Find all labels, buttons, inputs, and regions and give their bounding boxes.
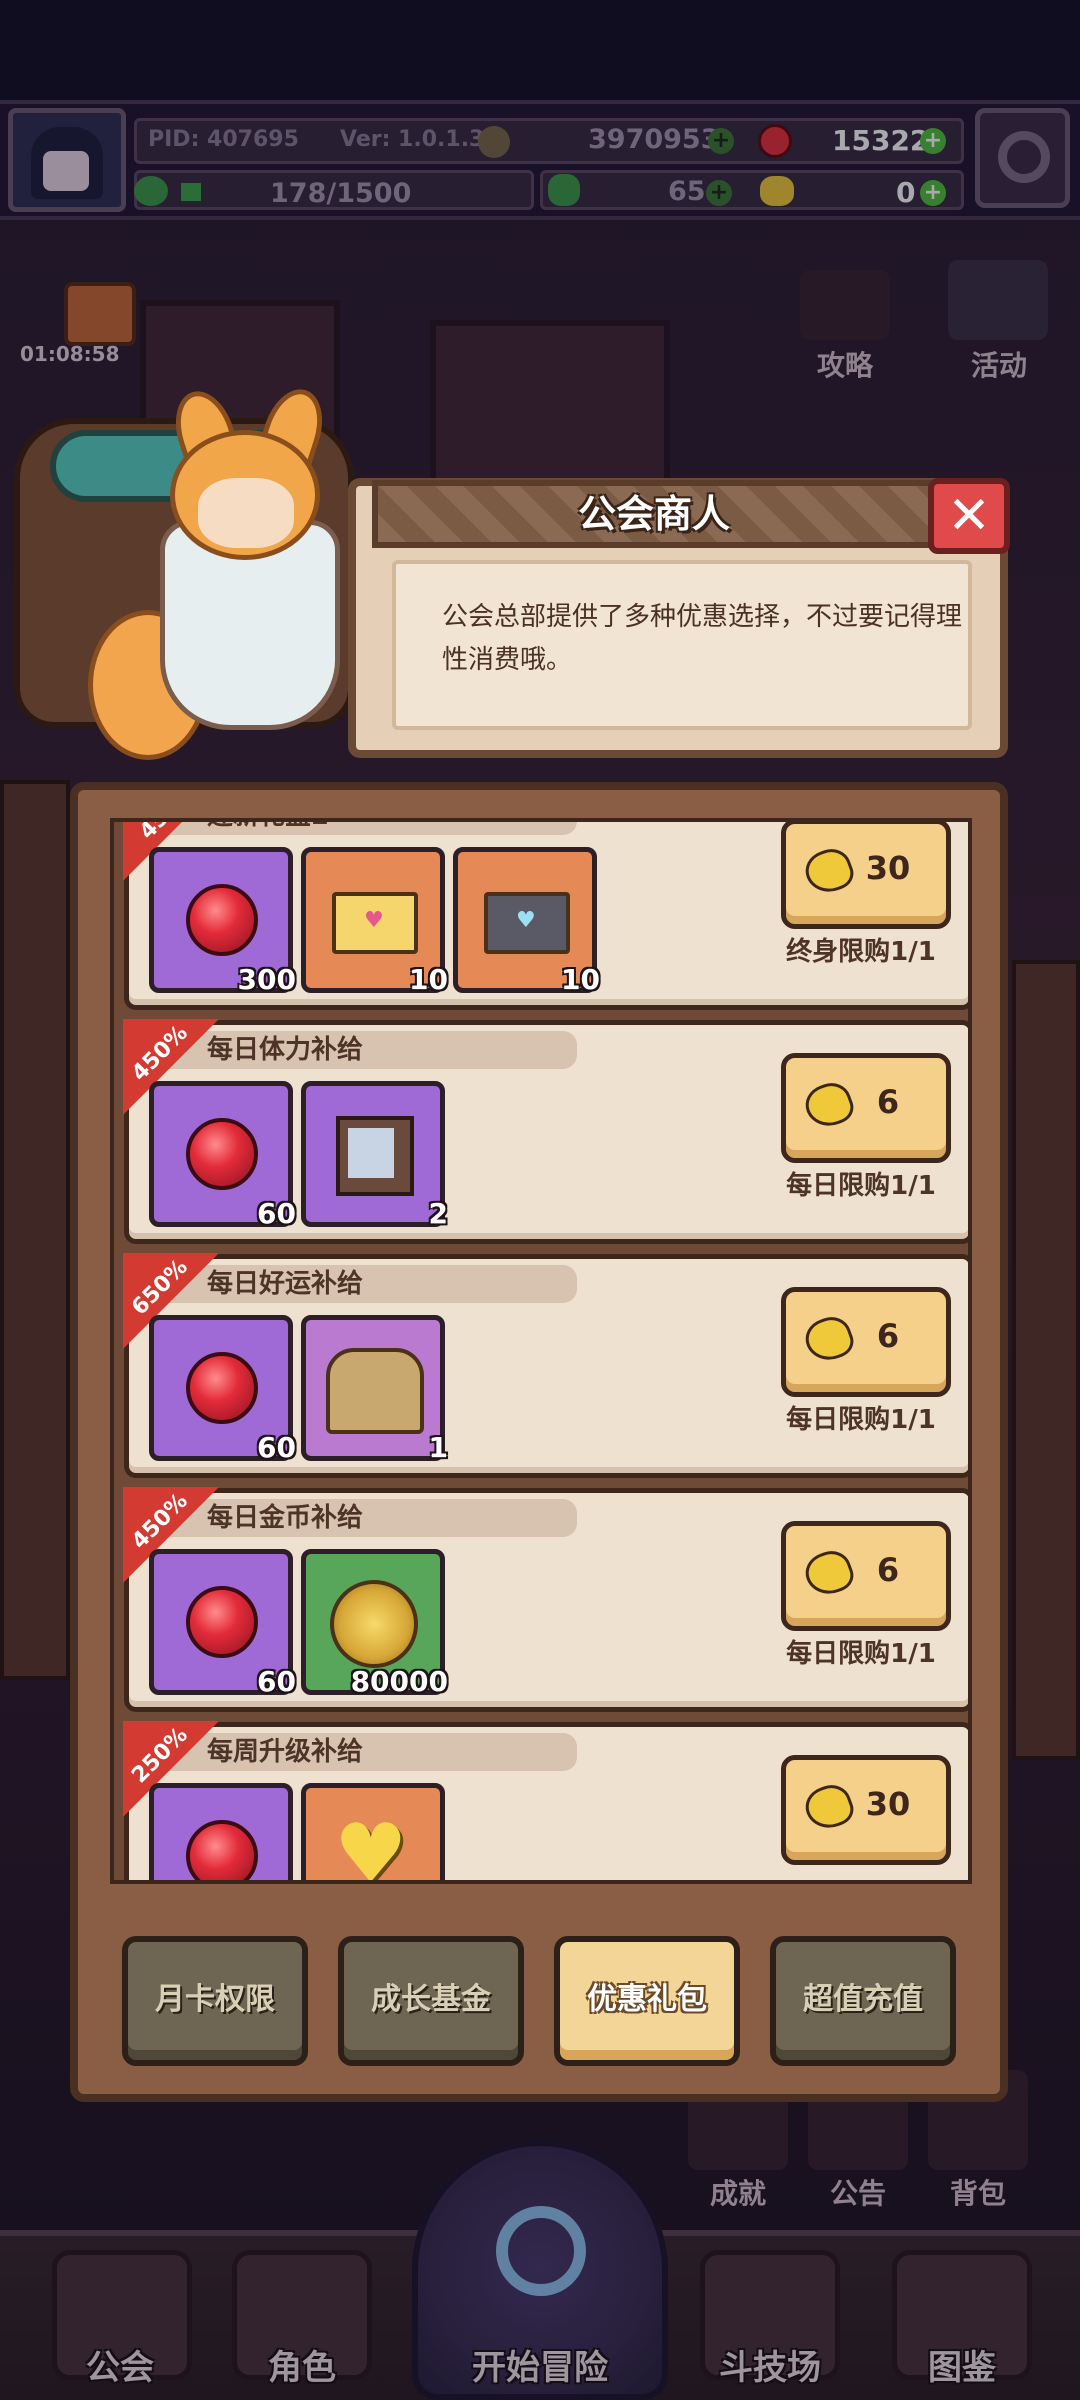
pack-card: 迎新礼盒2 450 300 ♥10 ♥10 30 终身限购1/1 [123,822,968,1010]
pack-item[interactable]: 2 [301,1081,448,1230]
close-icon: ✕ [947,486,991,546]
buy-button[interactable]: 6 [781,1053,951,1163]
red-gem-icon [186,1352,258,1424]
pack-card: 每周升级补给 250% ♥ 30 [123,1721,968,1884]
tab-value-recharge[interactable]: 超值充值 [770,1936,956,2066]
pack-price: 6 [876,1083,900,1121]
red-gem-icon [186,1586,258,1658]
item-quantity: 60 [257,1197,296,1230]
dark-letter-icon: ♥ [484,892,570,954]
gold-coin-icon [330,1580,418,1668]
buy-button[interactable]: 6 [781,1521,951,1631]
red-gem-icon [186,1820,258,1880]
pack-price: 30 [865,1785,911,1823]
purchase-limit: 每日限购1/1 [786,1405,936,1435]
item-quantity: 10 [409,963,448,996]
pack-card: 每日金币补给 450% 60 80000 6 每日限购1/1 [123,1487,968,1712]
tab-discount-packs[interactable]: 优惠礼包 [554,1936,740,2066]
gold-heart-icon: ♥ [334,1807,408,1884]
purchase-limit: 终身限购1/1 [786,937,936,967]
item-quantity: 2 [428,1197,448,1230]
pack-title: 每日好运补给 [207,1269,364,1299]
pack-item[interactable]: 60 [149,1549,296,1698]
pack-item[interactable]: 1 [301,1315,448,1464]
pack-item[interactable]: 80000 [301,1549,448,1698]
pack-item[interactable]: ♥ [301,1783,445,1884]
pack-card: 每日体力补给 450% 60 2 6 每日限购1/1 [123,1019,968,1244]
pack-item[interactable] [149,1783,293,1880]
item-quantity: 1 [428,1431,448,1464]
pack-title: 每周升级补给 [207,1737,364,1767]
red-gem-icon [186,1118,258,1190]
dialog-title: 公会商人 [577,492,730,536]
pack-title: 每日金币补给 [207,1503,364,1533]
pack-price: 6 [876,1551,900,1589]
merchant-face [198,478,294,548]
item-quantity: 60 [257,1665,296,1698]
pack-list[interactable]: 迎新礼盒2 450 300 ♥10 ♥10 30 终身限购1/1 每日体力补给 … [110,818,972,1884]
pack-price: 6 [876,1317,900,1355]
buy-button[interactable]: 30 [781,822,951,929]
pack-title: 每日体力补给 [207,1035,364,1065]
close-button[interactable]: ✕ [928,478,1010,554]
buy-button[interactable]: 6 [781,1287,951,1397]
item-quantity: 60 [257,1431,296,1464]
purchase-limit: 每日限购1/1 [786,1639,936,1669]
pack-item[interactable]: 300 [149,847,296,996]
pack-card: 每日好运补给 650% 60 1 6 每日限购1/1 [123,1253,968,1478]
tab-monthly-card[interactable]: 月卡权限 [122,1936,308,2066]
pack-item[interactable]: 60 [149,1315,296,1464]
item-quantity: 10 [561,963,600,996]
pack-item[interactable]: 60 [149,1081,296,1230]
item-quantity: 80000 [350,1665,448,1698]
red-gem-icon [186,884,258,956]
purchase-limit: 每日限购1/1 [786,1171,936,1201]
buy-button[interactable]: 30 [781,1755,951,1865]
pack-price: 30 [865,849,911,887]
pack-title: 迎新礼盒2 [207,822,329,835]
tab-growth-fund[interactable]: 成长基金 [338,1936,524,2066]
book-icon [336,1116,414,1196]
item-quantity: 300 [237,963,296,996]
pack-item[interactable]: ♥ 10 [453,847,600,996]
pack-item[interactable]: ♥ 10 [301,847,448,996]
chest-icon [326,1348,424,1434]
pink-letter-icon: ♥ [332,892,418,954]
merchant-description: 公会总部提供了多种优惠选择，不过要记得理性消费哦。 [442,602,963,675]
